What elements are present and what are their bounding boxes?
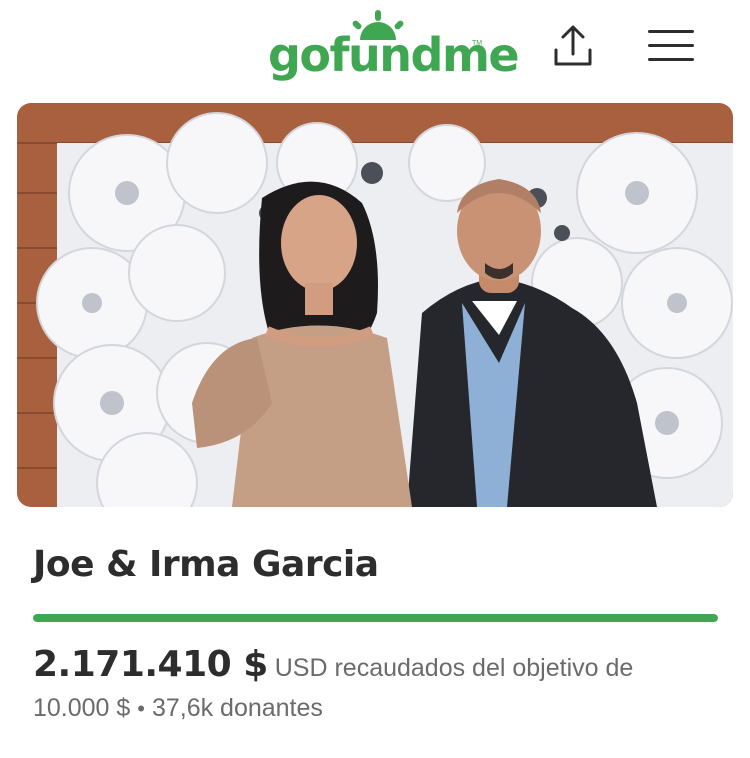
separator-dot: • <box>137 696 145 721</box>
raised-summary: 2.171.410 $ USD recaudados del objetivo … <box>33 645 723 688</box>
goal-and-donors: 10.000 $ • 37,6k donantes <box>33 690 323 727</box>
hamburger-menu-icon <box>648 30 694 61</box>
raised-amount: 2.171.410 $ <box>33 644 268 685</box>
campaign-title: Joe & Irma Garcia <box>33 544 379 585</box>
logo-wordmark: gofundme <box>268 28 520 82</box>
goal-amount: 10.000 $ <box>33 694 131 722</box>
campaign-photo[interactable] <box>17 103 733 507</box>
gofundme-logo[interactable]: gofundme TM <box>268 10 520 90</box>
couple-photo-image <box>17 103 733 507</box>
progress-bar-fill <box>33 614 718 622</box>
menu-button[interactable] <box>644 24 698 68</box>
progress-bar <box>33 614 718 622</box>
raised-text: USD recaudados del objetivo de <box>274 654 634 682</box>
top-header: gofundme TM <box>0 0 750 96</box>
share-button[interactable] <box>548 22 598 72</box>
share-upload-icon <box>554 25 592 66</box>
logo-trademark: TM <box>472 40 483 47</box>
donor-count[interactable]: 37,6k donantes <box>152 694 323 722</box>
